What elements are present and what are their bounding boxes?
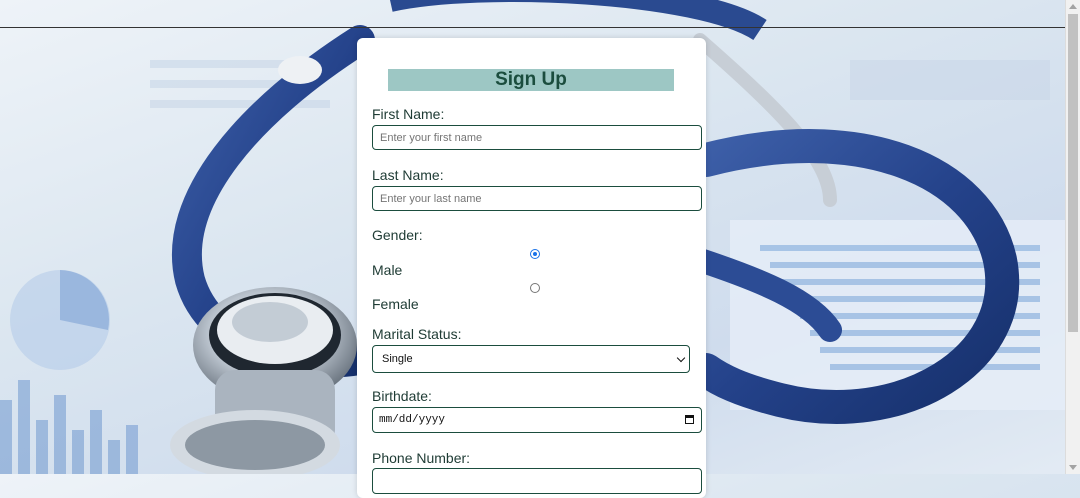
marital-status-label: Marital Status:: [372, 326, 462, 342]
gender-female-radio[interactable]: [530, 283, 540, 293]
gender-female-label: Female: [372, 296, 419, 312]
gender-label: Gender:: [372, 227, 423, 243]
phone-number-input[interactable]: [372, 468, 702, 494]
signup-form-card: Sign Up First Name: Last Name: Gender: M…: [357, 38, 706, 498]
calendar-icon[interactable]: [685, 415, 694, 424]
marital-status-select[interactable]: Single: [372, 345, 690, 373]
last-name-label: Last Name:: [372, 167, 444, 183]
birthdate-label: Birthdate:: [372, 388, 432, 404]
scrollbar-thumb[interactable]: [1068, 14, 1078, 332]
birthdate-input[interactable]: mm/dd/yyyy: [372, 407, 702, 433]
scroll-up-arrow-icon[interactable]: [1069, 4, 1077, 9]
first-name-input[interactable]: [372, 125, 702, 150]
phone-number-label: Phone Number:: [372, 450, 471, 466]
form-title: Sign Up: [388, 69, 674, 91]
chevron-down-icon: [676, 353, 686, 363]
first-name-label: First Name:: [372, 106, 445, 122]
gender-male-label: Male: [372, 262, 403, 278]
gender-male-radio[interactable]: [530, 249, 540, 259]
birthdate-placeholder: mm/dd/yyyy: [379, 414, 446, 426]
top-divider: [0, 27, 1066, 28]
last-name-input[interactable]: [372, 186, 702, 211]
scroll-down-arrow-icon[interactable]: [1069, 465, 1077, 470]
marital-status-value: Single: [382, 353, 413, 365]
page-scrollbar[interactable]: [1065, 0, 1080, 474]
